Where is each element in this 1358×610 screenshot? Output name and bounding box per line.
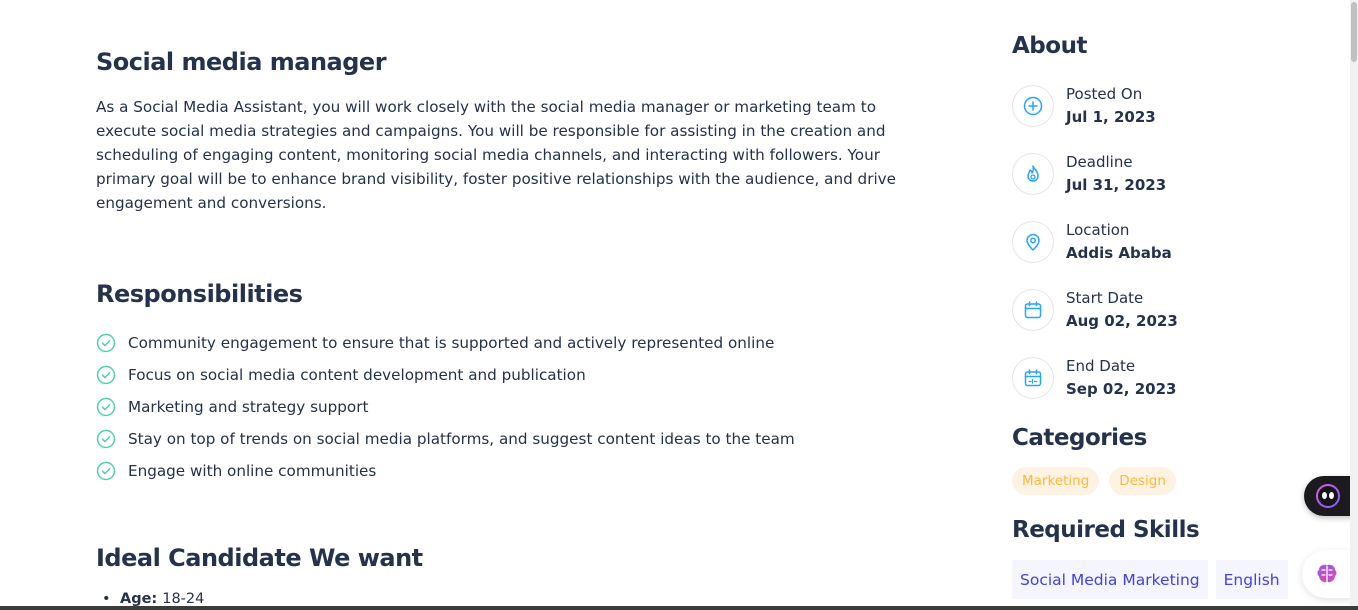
category-tag-marketing[interactable]: Marketing <box>1012 467 1100 495</box>
bullet-icon: • <box>102 591 111 607</box>
scrollbar-thumb[interactable] <box>1351 2 1357 62</box>
vertical-scrollbar[interactable] <box>1350 0 1358 610</box>
about-value: Jul 31, 2023 <box>1066 176 1167 194</box>
required-skills-heading: Required Skills <box>1012 517 1200 543</box>
brain-extension-button[interactable] <box>1302 550 1352 598</box>
about-label: Deadline <box>1066 153 1133 171</box>
about-label: Location <box>1066 221 1130 239</box>
ideal-key: Age: <box>120 591 158 607</box>
ideal-value: 18-24 <box>162 591 205 607</box>
about-end-date: End Date Sep 02, 2023 <box>1012 355 1176 401</box>
about-label: End Date <box>1066 357 1136 375</box>
plus-circle-icon <box>1012 85 1054 127</box>
skill-tag-english[interactable]: English <box>1215 560 1288 599</box>
about-value: Addis Ababa <box>1066 244 1172 262</box>
list-item: • Age: 18-24 <box>96 591 204 607</box>
check-circle-icon <box>96 397 116 417</box>
list-item: Focus on social media content developmen… <box>96 359 795 391</box>
list-item: Engage with online communities <box>96 455 795 487</box>
calendar-icon <box>1012 289 1054 331</box>
location-pin-icon <box>1012 221 1054 263</box>
skill-tag-social-media-marketing[interactable]: Social Media Marketing <box>1012 560 1208 599</box>
category-tag-design[interactable]: Design <box>1109 467 1176 495</box>
responsibilities-heading: Responsibilities <box>96 280 303 308</box>
ideal-candidate-heading: Ideal Candidate We want <box>96 544 423 572</box>
list-item: Marketing and strategy support <box>96 391 795 423</box>
check-circle-icon <box>96 365 116 385</box>
check-circle-icon <box>96 333 116 353</box>
brain-icon <box>1317 564 1337 583</box>
list-item: Community engagement to ensure that is s… <box>96 327 795 359</box>
responsibility-text: Stay on top of trends on social media pl… <box>128 430 795 448</box>
about-value: Sep 02, 2023 <box>1066 380 1177 398</box>
about-posted-on: Posted On Jul 1, 2023 <box>1012 83 1156 129</box>
assistant-face-icon <box>1316 484 1340 508</box>
responsibility-text: Marketing and strategy support <box>128 398 369 416</box>
skills-list: Social Media Marketing English <box>1012 560 1296 599</box>
about-value: Jul 1, 2023 <box>1066 108 1156 126</box>
about-location: Location Addis Ababa <box>1012 219 1172 265</box>
about-heading: About <box>1012 33 1087 59</box>
about-start-date: Start Date Aug 02, 2023 <box>1012 287 1178 333</box>
list-item: Stay on top of trends on social media pl… <box>96 423 795 455</box>
check-circle-icon <box>96 429 116 449</box>
check-circle-icon <box>96 461 116 481</box>
responsibility-text: Engage with online communities <box>128 462 377 480</box>
calendar-check-icon <box>1012 357 1054 399</box>
responsibility-text: Focus on social media content developmen… <box>128 366 586 384</box>
about-label: Posted On <box>1066 85 1143 103</box>
categories-heading: Categories <box>1012 425 1147 451</box>
responsibility-text: Community engagement to ensure that is s… <box>128 334 775 352</box>
about-label: Start Date <box>1066 289 1144 307</box>
job-title: Social media manager <box>96 48 387 76</box>
job-description: As a Social Media Assistant, you will wo… <box>96 98 896 212</box>
responsibilities-list: Community engagement to ensure that is s… <box>96 327 795 487</box>
fire-icon <box>1012 153 1054 195</box>
ideal-candidate-list: • Age: 18-24 <box>96 591 204 607</box>
about-deadline: Deadline Jul 31, 2023 <box>1012 151 1166 197</box>
about-value: Aug 02, 2023 <box>1066 312 1178 330</box>
bottom-edge <box>0 606 1358 610</box>
categories-list: Marketing Design <box>1012 467 1186 495</box>
